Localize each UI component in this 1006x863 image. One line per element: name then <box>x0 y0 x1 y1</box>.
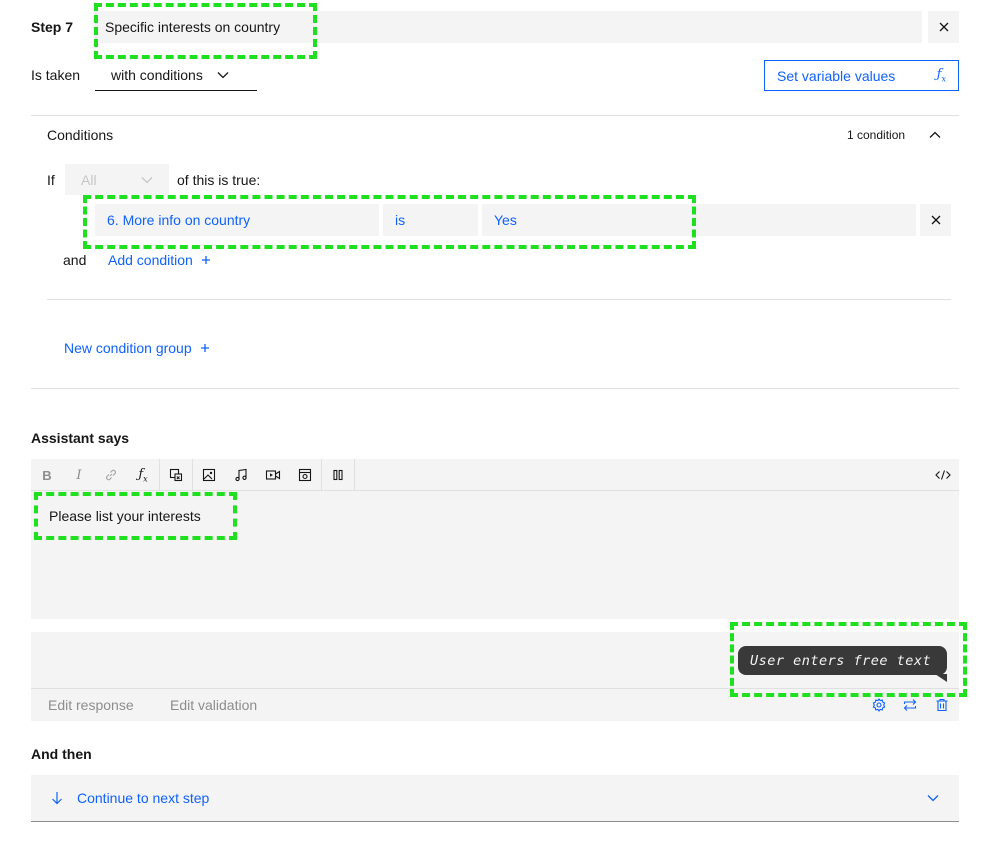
chevron-down-icon <box>217 71 229 79</box>
conditions-title: Conditions <box>47 127 114 143</box>
bold-icon[interactable]: B <box>31 459 63 491</box>
condition-count: 1 condition <box>847 128 906 142</box>
condition-scope-dropdown[interactable]: All <box>65 164 169 195</box>
chevron-up-icon[interactable] <box>926 126 944 144</box>
condition-value[interactable]: Yes <box>482 204 916 236</box>
new-condition-group-button[interactable]: New condition group <box>64 340 210 356</box>
code-icon[interactable] <box>927 459 959 491</box>
link-icon[interactable] <box>95 459 127 491</box>
variable-icon[interactable] <box>160 459 192 491</box>
add-condition-label: Add condition <box>108 252 193 268</box>
is-taken-value: with conditions <box>111 67 203 83</box>
assistant-says-label: Assistant says <box>31 430 130 446</box>
set-variable-values-label: Set variable values <box>777 67 896 84</box>
plus-icon <box>200 343 210 353</box>
step-label: Step 7 <box>31 19 74 35</box>
free-text-bubble: User enters free text <box>738 646 947 675</box>
step-title-input[interactable]: Specific interests on country <box>95 11 922 43</box>
image-icon[interactable] <box>193 459 225 491</box>
and-then-dropdown[interactable]: Continue to next step <box>31 775 959 822</box>
and-then-value: Continue to next step <box>77 790 210 806</box>
plus-icon <box>201 255 211 265</box>
is-taken-dropdown[interactable]: with conditions <box>95 60 257 91</box>
audio-icon[interactable] <box>225 459 257 491</box>
edit-validation-button[interactable]: Edit validation <box>170 697 257 713</box>
function-icon[interactable]: ƒx <box>127 459 159 491</box>
iframe-icon[interactable] <box>289 459 321 491</box>
close-icon[interactable] <box>920 204 951 236</box>
and-label: and <box>63 252 87 268</box>
condition-operator[interactable]: is <box>383 204 478 236</box>
close-icon[interactable] <box>928 11 959 43</box>
add-condition-button[interactable]: Add condition <box>108 252 211 268</box>
pause-icon[interactable] <box>322 459 354 491</box>
divider <box>31 115 959 116</box>
condition-scope-value: All <box>81 171 97 188</box>
if-label: If <box>47 172 55 188</box>
condition-field[interactable]: 6. More info on country <box>95 204 379 236</box>
italic-icon[interactable]: I <box>63 459 95 491</box>
swap-icon[interactable] <box>902 697 918 713</box>
function-icon: ƒx <box>936 67 946 84</box>
bubble-tail <box>935 674 947 682</box>
chevron-down-icon <box>927 794 939 802</box>
editor-toolbar: B I ƒx <box>31 459 959 491</box>
edit-response-button[interactable]: Edit response <box>48 697 134 713</box>
toolbar-separator <box>354 459 355 491</box>
trash-icon[interactable] <box>934 697 950 713</box>
chevron-down-icon <box>141 176 153 184</box>
divider <box>31 388 959 389</box>
video-icon[interactable] <box>257 459 289 491</box>
of-this-is-true-label: of this is true: <box>177 172 261 188</box>
settings-icon[interactable] <box>871 697 887 713</box>
and-then-label: And then <box>31 746 92 762</box>
arrow-down-icon <box>51 791 63 805</box>
divider <box>47 299 951 300</box>
assistant-message-text: Please list your interests <box>49 508 201 524</box>
new-condition-group-label: New condition group <box>64 340 192 356</box>
set-variable-values-button[interactable]: Set variable values ƒx <box>764 60 959 91</box>
is-taken-label: Is taken <box>31 67 81 83</box>
